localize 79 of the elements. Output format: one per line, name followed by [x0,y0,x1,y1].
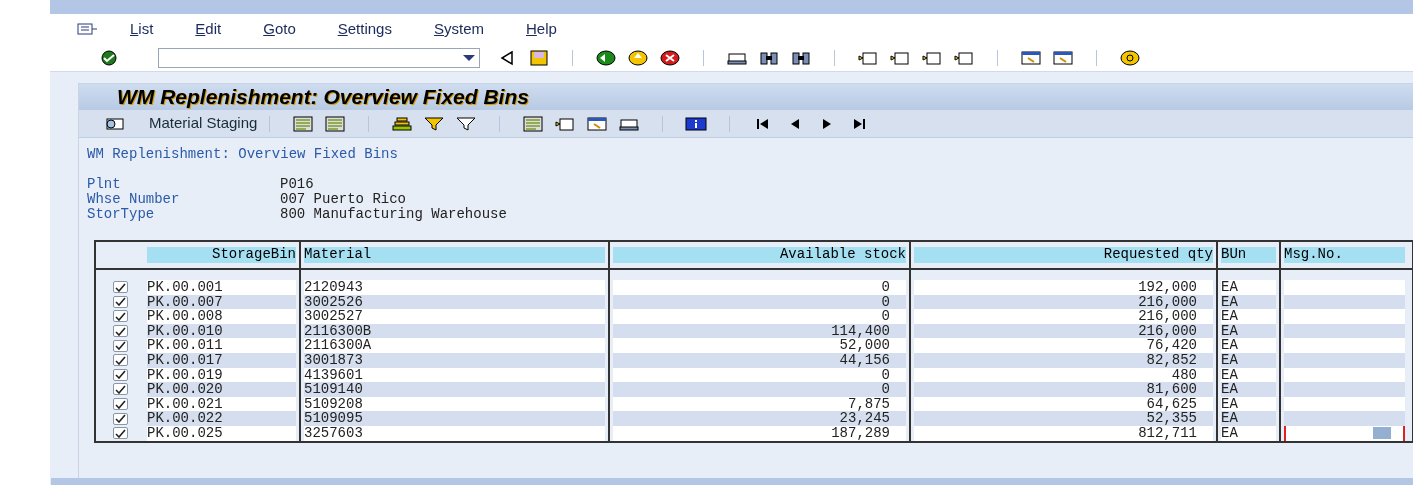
table-cell: 52,355 [914,411,1213,426]
row-checkbox[interactable] [112,310,128,323]
table-cell: EA [1221,411,1276,426]
table-cell: PK.00.022 [147,411,296,426]
binoculars-icon[interactable] [790,49,812,66]
menu-item[interactable]: Goto [263,17,296,41]
row-checkbox[interactable] [112,281,128,294]
menu-item[interactable]: Settings [337,17,392,41]
report-heading: WM Replenishment: Overview Fixed Bins [87,147,399,164]
table-cell: PK.00.001 [147,280,296,295]
row-checkbox[interactable] [112,383,128,396]
window-icon[interactable] [1020,49,1042,66]
menu-item[interactable]: Help [526,17,557,41]
field-label: Plnt [87,177,122,192]
column-header[interactable]: Available stock [613,247,906,263]
table-cell: 192,000 [914,280,1213,295]
table-cell: 0 [613,382,906,397]
filter-icon[interactable] [423,115,446,132]
sort-icon[interactable] [391,115,414,132]
table-cell: 3002527 [304,309,605,324]
window-title: WM Replenishment: Overview Fixed Bins [79,84,1413,110]
table-icon[interactable] [522,115,545,132]
filter-icon[interactable] [455,115,478,132]
column-header[interactable]: StorageBin [147,247,296,263]
list-icon[interactable] [292,115,315,132]
command-field[interactable] [158,47,480,68]
dropdown-icon[interactable] [463,54,475,61]
field-value: P016 [280,177,314,192]
table-cell: 2120943 [304,280,605,295]
row-checkbox[interactable] [112,368,128,381]
table-cell: PK.00.020 [147,382,296,397]
material-staging-button[interactable]: Material Staging [149,112,258,135]
field-value: 800 Manufacturing Warehouse [280,207,507,222]
info-icon[interactable] [685,115,708,132]
row-checkbox[interactable] [112,295,128,308]
window-icon[interactable] [1052,49,1074,66]
table-cell: PK.00.011 [147,338,296,353]
enter-icon[interactable] [98,49,120,66]
table-cell: 2116300A [304,338,605,353]
column-header[interactable]: Msg.No. [1284,247,1405,263]
document-icon[interactable] [554,115,577,132]
table-cell: 23,245 [613,411,906,426]
field-label: Whse Number [87,192,181,207]
table-cell: 5109095 [304,411,605,426]
table-cell: 0 [613,280,906,295]
binoculars-icon[interactable] [758,49,780,66]
page-icon[interactable] [857,49,879,66]
table-cell: 216,000 [914,309,1213,324]
menu-item[interactable]: Edit [195,17,222,41]
table-cell: EA [1221,280,1276,295]
row-checkbox[interactable] [112,325,128,338]
row-checkbox[interactable] [112,427,128,440]
page-icon[interactable] [921,49,943,66]
cancel-icon[interactable] [659,49,681,66]
table-cell: EA [1221,309,1276,324]
menu-item[interactable]: System [433,17,484,41]
row-checkbox[interactable] [112,412,128,425]
column-header[interactable]: Requested qty [914,247,1213,263]
table-cell: EA [1221,338,1276,353]
field-value: 007 Puerto Rico [280,192,407,207]
row-checkbox[interactable] [112,339,128,352]
row-checkbox[interactable] [112,354,128,367]
list-icon[interactable] [324,115,347,132]
field-label: StorType [87,207,156,222]
table-cell: PK.00.008 [147,309,296,324]
table-cell: 0 [613,309,906,324]
column-header[interactable]: Material [304,247,605,263]
table-cell: 81,600 [914,382,1213,397]
menu-icon[interactable] [76,21,98,37]
table-cell: 5109140 [304,382,605,397]
page-icon[interactable] [953,49,975,66]
menu-item[interactable]: List [130,17,154,41]
page-icon[interactable] [889,49,911,66]
table-cell: 76,420 [914,338,1213,353]
table-cell: EA [1221,382,1276,397]
row-checkbox[interactable] [112,398,128,411]
save-icon[interactable] [528,49,550,66]
column-header[interactable]: BUn [1221,247,1276,263]
table-cell: 52,000 [613,338,906,353]
